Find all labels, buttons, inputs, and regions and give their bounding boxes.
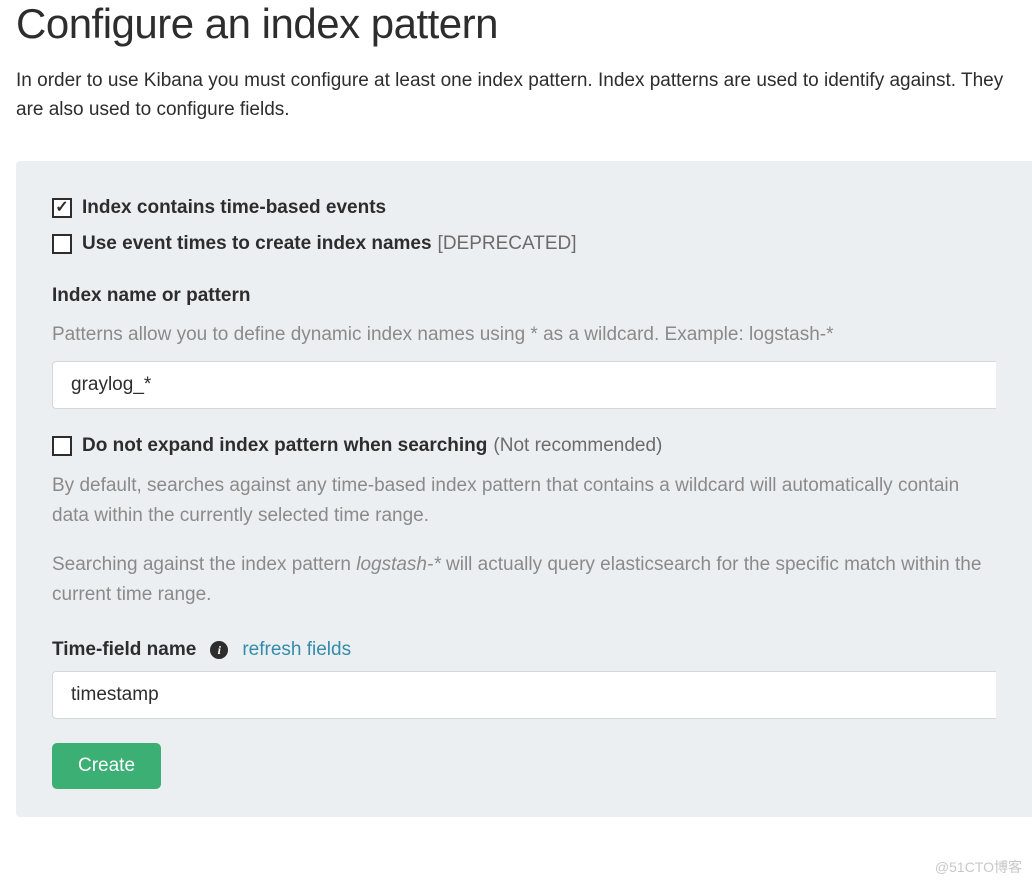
checkbox-row-event-times: Use event times to create index names [D… — [52, 233, 996, 255]
index-name-label: Index name or pattern — [52, 285, 251, 307]
info-icon[interactable]: i — [210, 641, 228, 659]
checkbox-time-based[interactable] — [52, 198, 72, 218]
checkbox-row-no-expand: Do not expand index pattern when searchi… — [52, 435, 996, 457]
refresh-fields-link[interactable]: refresh fields — [242, 639, 351, 661]
checkbox-label-event-times: Use event times to create index names — [82, 233, 432, 255]
index-name-input[interactable] — [52, 361, 996, 409]
index-name-group: Index name or pattern Patterns allow you… — [52, 285, 996, 410]
page-title: Configure an index pattern — [16, 0, 1016, 48]
checkbox-label-no-expand: Do not expand index pattern when searchi… — [82, 435, 487, 457]
create-button[interactable]: Create — [52, 743, 161, 789]
checkbox-event-times[interactable] — [52, 234, 72, 254]
config-panel: Index contains time-based events Use eve… — [16, 161, 1032, 817]
no-expand-group: Do not expand index pattern when searchi… — [52, 435, 996, 609]
expand-desc-1: By default, searches against any time-ba… — [52, 471, 996, 530]
checkbox-row-time-based: Index contains time-based events — [52, 197, 996, 219]
checkbox-label-time-based: Index contains time-based events — [82, 197, 386, 219]
watermark: @51CTO博客 — [935, 857, 1022, 877]
time-field-row: Time-field name i refresh fields — [52, 639, 996, 661]
not-recommended-badge: (Not recommended) — [493, 435, 662, 457]
time-field-select-wrap: timestamp — [52, 671, 996, 719]
deprecated-badge: [DEPRECATED] — [438, 233, 577, 255]
index-name-hint: Patterns allow you to define dynamic ind… — [52, 321, 996, 350]
checkbox-no-expand[interactable] — [52, 436, 72, 456]
time-field-select[interactable]: timestamp — [52, 671, 996, 719]
time-field-label: Time-field name — [52, 639, 196, 661]
expand-desc-2-pre: Searching against the index pattern — [52, 554, 356, 575]
expand-desc-2-em: logstash-* — [356, 554, 441, 575]
expand-desc-2: Searching against the index pattern logs… — [52, 550, 996, 609]
intro-text: In order to use Kibana you must configur… — [16, 66, 1016, 125]
